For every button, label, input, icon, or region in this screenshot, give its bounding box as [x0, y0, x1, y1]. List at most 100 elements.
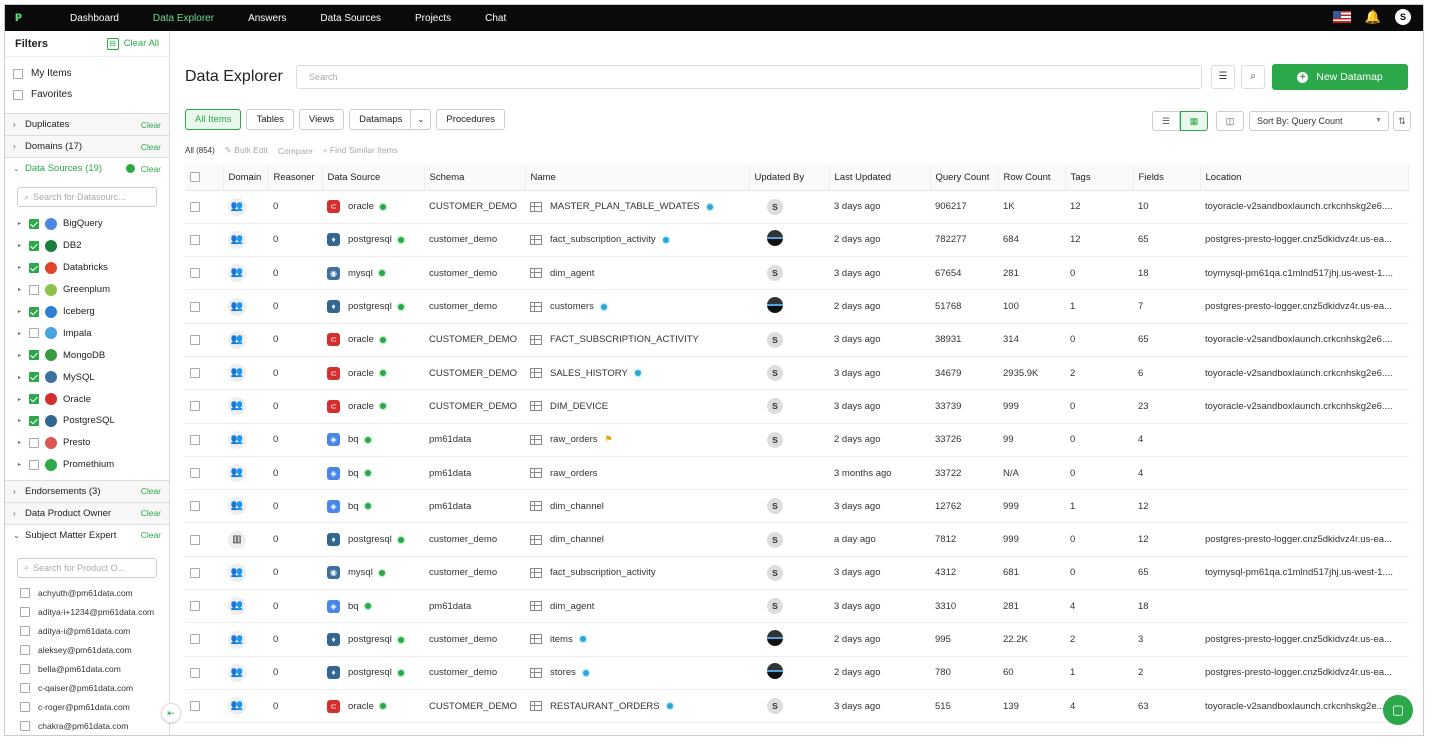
sme-checkbox[interactable] [20, 683, 30, 694]
domain-icon[interactable]: 👥 [228, 197, 246, 216]
row-checkbox[interactable] [190, 468, 200, 478]
search-input[interactable]: Search [296, 65, 1202, 89]
name-cell[interactable]: SALES_HISTORY [525, 356, 749, 391]
row-checkbox[interactable] [190, 201, 200, 212]
datasource-item[interactable]: ▸ Iceberg [5, 301, 169, 323]
row-checkbox[interactable] [190, 334, 200, 345]
row-checkbox[interactable] [190, 368, 200, 379]
my-items-checkbox[interactable] [13, 68, 23, 79]
sme-checkbox[interactable] [20, 588, 30, 599]
sort-select[interactable]: Sort By: Query Count ▼ [1249, 111, 1389, 131]
col-schema[interactable]: Schema [424, 165, 526, 191]
domain-icon[interactable]: 👥 [228, 497, 246, 516]
datasource-item[interactable]: ▸ PostgreSQL [5, 410, 169, 432]
expand-icon[interactable]: ▸ [18, 374, 23, 381]
item-name-link[interactable]: fact_subscription_activity [550, 567, 656, 578]
datasource-item[interactable]: ▸ MongoDB [5, 344, 169, 366]
table-row[interactable]: 👥 0 ♦ postgresql customer_demo stores 2 days a… [185, 656, 1409, 690]
datasource-item[interactable]: ▸ Oracle [5, 388, 169, 410]
clear-button[interactable]: Clear [141, 164, 161, 174]
expand-icon[interactable]: ▸ [18, 396, 23, 403]
col-query-count[interactable]: Query Count [930, 165, 999, 191]
table-row[interactable]: 👥 0 ◈ bq pm61data raw_orders 3 months ago 33722… [185, 456, 1409, 491]
name-cell[interactable]: dim_agent [525, 589, 749, 624]
sme-item[interactable]: chakra@pm61data.com [5, 717, 169, 735]
datasource-checkbox[interactable] [29, 328, 39, 339]
expand-icon[interactable]: ▸ [18, 461, 23, 468]
row-checkbox[interactable] [190, 401, 200, 412]
clear-button[interactable]: Clear [141, 530, 161, 540]
domain-icon[interactable]: 👥 [228, 397, 246, 416]
datasource-checkbox[interactable] [29, 284, 39, 295]
row-checkbox[interactable] [190, 234, 200, 245]
datasource-checkbox[interactable] [29, 350, 39, 361]
columns-button[interactable]: ◫ [1216, 111, 1244, 131]
us-flag-icon[interactable] [1332, 11, 1351, 23]
find-similar-button[interactable]: ⌕ Find Similar Items [323, 145, 398, 156]
row-checkbox[interactable] [190, 634, 200, 645]
advanced-search-button[interactable]: ⌕ [1241, 65, 1265, 89]
filter-settings-button[interactable]: ☰ [1211, 65, 1235, 89]
row-checkbox[interactable] [190, 268, 200, 279]
clear-button[interactable]: Clear [141, 508, 161, 518]
chevron-down-icon[interactable]: ⌄ [410, 110, 430, 129]
col-row-count[interactable]: Row Count [998, 165, 1066, 191]
expand-icon[interactable]: ▸ [18, 439, 23, 446]
name-cell[interactable]: dim_agent [525, 256, 749, 291]
new-datamap-button[interactable]: + New Datamap [1272, 64, 1408, 90]
section-data-product-owner[interactable]: › Data Product Owner Clear [5, 501, 169, 524]
item-name-link[interactable]: SALES_HISTORY [550, 368, 628, 379]
bell-icon[interactable]: 🔔 [1365, 9, 1381, 25]
name-cell[interactable]: dim_channel [525, 489, 749, 524]
name-cell[interactable]: dim_channel [525, 522, 749, 557]
clear-all-button[interactable]: ⊟ Clear All [106, 37, 159, 50]
section-domains[interactable]: › Domains (17) Clear [5, 135, 169, 157]
table-row[interactable]: 👥 0 ◈ bq pm61data dim_agent S 3 days ago 3310 281… [185, 589, 1409, 624]
col-reasoner[interactable]: Reasoner [268, 165, 323, 191]
sme-item[interactable]: aleksey@pm61data.com [5, 641, 169, 660]
col-tags[interactable]: Tags [1065, 165, 1134, 191]
tab-all-items[interactable]: All Items [185, 109, 242, 130]
domain-icon[interactable]: ▥ [228, 530, 246, 549]
sme-item[interactable]: aditya-i+1234@pm61data.com [5, 603, 169, 622]
datasource-checkbox[interactable] [29, 437, 39, 448]
tab-tables[interactable]: Tables [246, 109, 294, 130]
select-all-checkbox[interactable] [190, 172, 200, 183]
sme-checkbox[interactable] [20, 626, 30, 637]
item-name-link[interactable]: DIM_DEVICE [550, 401, 608, 412]
expand-icon[interactable]: ▸ [18, 286, 23, 293]
table-row[interactable]: 👥 0 ♦ postgresql customer_demo fact_subscript… [185, 223, 1409, 258]
compare-button[interactable]: Compare [278, 146, 313, 156]
row-checkbox[interactable] [190, 301, 200, 312]
datasource-checkbox[interactable] [29, 394, 39, 405]
table-row[interactable]: 👥 0 ♦ postgresql customer_demo items 2 days ag… [185, 622, 1409, 657]
item-name-link[interactable]: FACT_SUBSCRIPTION_ACTIVITY [550, 334, 699, 345]
sme-checkbox[interactable] [20, 702, 30, 713]
domain-icon[interactable]: 👥 [228, 230, 246, 249]
grid-view-button[interactable]: ▦ [1180, 111, 1208, 131]
name-cell[interactable]: raw_orders ⚑ [525, 423, 749, 457]
datasource-checkbox[interactable] [29, 415, 39, 426]
table-row[interactable]: 👥 0 ◈ bq pm61data dim_channel S 3 days ago 12762… [185, 489, 1409, 524]
name-cell[interactable]: raw_orders [525, 456, 749, 491]
datasource-checkbox[interactable] [29, 240, 39, 251]
nav-answers[interactable]: Answers [248, 13, 286, 24]
clear-button[interactable]: Clear [141, 142, 161, 152]
expand-icon[interactable]: ▸ [18, 308, 23, 315]
clear-button[interactable]: Clear [141, 120, 161, 130]
sme-item[interactable]: bella@pm61data.com [5, 660, 169, 679]
section-data-sources[interactable]: ⌄ Data Sources (19) Clear [5, 157, 169, 179]
col-updated-by[interactable]: Updated By [749, 165, 830, 191]
domain-icon[interactable]: 👥 [228, 464, 246, 483]
row-checkbox[interactable] [190, 567, 200, 578]
sme-search-input[interactable]: ⌕ Search for Product O... [17, 557, 157, 578]
item-name-link[interactable]: RESTAURANT_ORDERS [550, 701, 660, 712]
tab-procedures[interactable]: Procedures [436, 109, 505, 130]
domain-icon[interactable]: 👥 [228, 597, 246, 616]
table-row[interactable]: 👥 0 ♦ postgresql customer_demo customers 2 day… [185, 289, 1409, 324]
row-checkbox[interactable] [190, 434, 200, 445]
table-row[interactable]: 👥 0 ⊂ oracle CUSTOMER_DEMO SALES_HISTORY S 3 da… [185, 356, 1409, 391]
item-name-link[interactable]: dim_agent [550, 601, 594, 612]
col-data-source[interactable]: Data Source [322, 165, 425, 191]
table-row[interactable]: ▥ 0 ♦ postgresql customer_demo dim_channel Sa … [185, 522, 1409, 557]
